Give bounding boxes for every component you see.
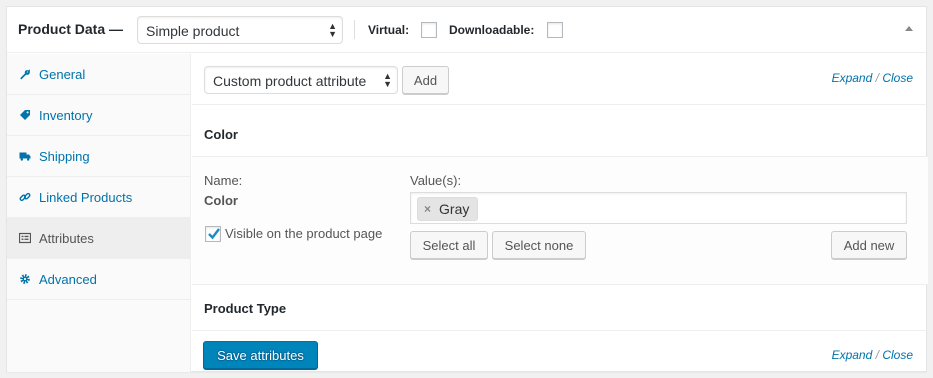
panel-title: Product Data —: [18, 21, 124, 37]
attributes-panel: Custom product attribute ▲ ▼ Add Expand /…: [192, 54, 928, 372]
sidebar-item-label: Attributes: [39, 230, 94, 246]
product-type-value: Simple product: [146, 23, 240, 39]
sidebar-item-general[interactable]: General: [7, 54, 191, 95]
select-none-button[interactable]: Select none: [492, 231, 586, 259]
list-icon: [18, 231, 32, 245]
sidebar-item-attributes[interactable]: Attributes: [7, 218, 191, 259]
attribute-title-product-type[interactable]: Product Type: [204, 301, 286, 316]
divider: [192, 330, 928, 331]
sidebar-item-label: General: [39, 66, 86, 82]
sidebar-item-label: Linked Products: [39, 189, 133, 205]
link-icon: [18, 190, 32, 204]
attribute-name-label: Name:: [204, 173, 243, 188]
expand-close-footer: Expand / Close: [832, 348, 913, 362]
expand-close-separator: /: [875, 348, 879, 362]
gear-icon: [18, 272, 32, 286]
virtual-label: Virtual:: [368, 23, 410, 37]
visible-on-product-page-checkbox[interactable]: [205, 226, 221, 242]
sidebar-item-shipping[interactable]: Shipping: [7, 136, 191, 177]
sidebar-item-inventory[interactable]: Inventory: [7, 95, 191, 136]
select-arrows-icon: ▲ ▼: [383, 71, 392, 89]
expand-link[interactable]: Expand: [832, 71, 873, 85]
product-data-tabs: General Inventory Shipping Linked Produc…: [7, 54, 191, 372]
attribute-taxonomy-select[interactable]: Custom product attribute ▲ ▼: [204, 66, 398, 94]
header-divider: [354, 20, 355, 39]
values-label: Value(s):: [410, 173, 462, 188]
truck-icon: [18, 149, 32, 163]
select-all-button[interactable]: Select all: [410, 231, 488, 259]
close-link[interactable]: Close: [882, 71, 913, 85]
expand-close-separator: /: [875, 71, 879, 85]
sidebar-item-label: Shipping: [39, 148, 90, 164]
downloadable-checkbox[interactable]: [547, 22, 563, 38]
value-chip-label: Gray: [439, 201, 470, 217]
sidebar-item-label: Advanced: [39, 271, 97, 287]
expand-link[interactable]: Expand: [832, 348, 873, 362]
remove-value-icon[interactable]: ×: [424, 202, 431, 216]
product-data-panel: Product Data — Simple product ▲ ▼ Virtual…: [6, 6, 928, 372]
add-attribute-button[interactable]: Add: [402, 66, 449, 94]
attribute-title-color[interactable]: Color: [204, 127, 238, 142]
save-attributes-button[interactable]: Save attributes: [203, 341, 318, 369]
attribute-name-value: Color: [204, 193, 238, 208]
collapse-arrow-icon[interactable]: [905, 26, 913, 31]
divider: [192, 284, 928, 285]
virtual-checkbox[interactable]: [421, 22, 437, 38]
add-new-value-button[interactable]: Add new: [831, 231, 907, 259]
product-data-header: Product Data — Simple product ▲ ▼ Virtual…: [7, 7, 926, 53]
wrench-icon: [18, 67, 32, 81]
tag-icon: [18, 108, 32, 122]
select-arrows-icon: ▲ ▼: [328, 21, 337, 39]
checkmark-icon: [208, 228, 220, 240]
sidebar-item-linked-products[interactable]: Linked Products: [7, 177, 191, 218]
sidebar-item-label: Inventory: [39, 107, 93, 123]
downloadable-label: Downloadable:: [449, 23, 535, 37]
attribute-taxonomy-value: Custom product attribute: [213, 73, 367, 89]
expand-close-toolbar: Expand / Close: [832, 71, 913, 85]
attribute-values-input[interactable]: × Gray: [410, 192, 907, 224]
visible-on-product-page-label: Visible on the product page: [225, 226, 383, 241]
value-chip: × Gray: [417, 197, 479, 221]
sidebar-item-advanced[interactable]: Advanced: [7, 259, 191, 300]
product-type-select[interactable]: Simple product ▲ ▼: [137, 16, 343, 44]
divider: [192, 104, 928, 105]
close-link[interactable]: Close: [882, 348, 913, 362]
